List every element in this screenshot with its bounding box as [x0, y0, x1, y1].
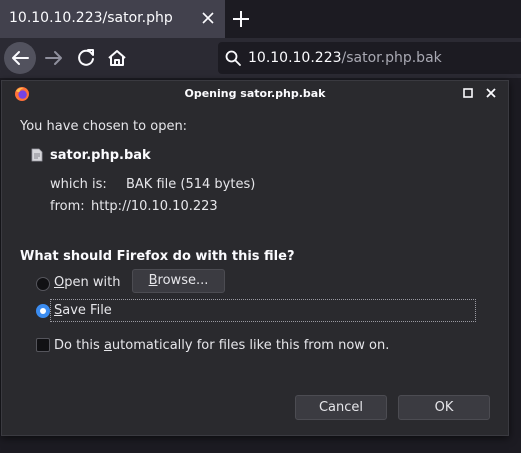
- tab-active[interactable]: 10.10.10.223/sator.php: [0, 0, 225, 38]
- navigation-toolbar: 10.10.10.223/sator.php.bak: [0, 38, 521, 78]
- address-bar[interactable]: 10.10.10.223/sator.php.bak: [218, 42, 521, 74]
- url-text: 10.10.10.223/sator.php.bak: [248, 50, 442, 66]
- which-is-label: which is:: [50, 177, 107, 192]
- action-question: What should Firefox do with this file?: [20, 249, 295, 264]
- search-icon: [225, 50, 241, 66]
- reload-icon: [78, 49, 94, 66]
- auto-text-before: Do this: [54, 338, 104, 353]
- back-arrow-icon: [12, 51, 29, 65]
- file-name: sator.php.bak: [50, 148, 151, 163]
- browse-button[interactable]: Browse...: [132, 269, 225, 293]
- cancel-button[interactable]: Cancel: [295, 395, 387, 420]
- forward-button[interactable]: [38, 42, 70, 74]
- browse-text: rowse...: [157, 273, 209, 288]
- url-path: /sator.php.bak: [341, 50, 442, 66]
- back-button[interactable]: [4, 42, 36, 74]
- chosen-label: You have chosen to open:: [20, 119, 188, 134]
- source-url-value: http://10.10.10.223: [91, 199, 218, 214]
- ok-button[interactable]: OK: [398, 395, 490, 420]
- save-file-text: ave File: [62, 303, 112, 318]
- file-type-value: BAK file (514 bytes): [126, 177, 256, 192]
- save-file-radio[interactable]: [36, 304, 50, 318]
- dialog-title: Opening sator.php.bak: [184, 87, 326, 100]
- close-icon[interactable]: [485, 87, 497, 99]
- auto-text-rest: utomatically for files like this from no…: [111, 338, 390, 353]
- auto-checkbox[interactable]: [36, 338, 50, 352]
- browse-accesskey: B: [148, 273, 158, 288]
- open-with-text: pen with: [64, 275, 121, 290]
- dialog-titlebar: Opening sator.php.bak: [2, 81, 508, 107]
- reload-button[interactable]: [70, 42, 102, 74]
- home-icon: [108, 50, 126, 66]
- auto-accesskey: a: [103, 338, 112, 353]
- save-file-label[interactable]: Save File: [54, 303, 112, 318]
- from-label: from:: [50, 199, 85, 214]
- home-button[interactable]: [101, 42, 133, 74]
- auto-checkbox-label[interactable]: Do this automatically for files like thi…: [54, 338, 389, 353]
- tab-strip: 10.10.10.223/sator.php: [0, 0, 521, 38]
- close-tab-icon[interactable]: [199, 9, 217, 27]
- file-icon: [31, 148, 43, 162]
- opening-file-dialog: Opening sator.php.bak You have chosen to…: [1, 80, 509, 436]
- open-with-accesskey: O: [54, 275, 65, 290]
- forward-arrow-icon: [45, 51, 62, 65]
- open-with-label[interactable]: Open with: [54, 275, 120, 290]
- save-file-focus-ring: [50, 299, 476, 322]
- maximize-icon[interactable]: [463, 88, 473, 98]
- open-with-radio[interactable]: [36, 277, 50, 291]
- tab-title: 10.10.10.223/sator.php: [9, 10, 173, 26]
- new-tab-icon[interactable]: [230, 8, 252, 30]
- url-host: 10.10.10.223: [248, 50, 342, 66]
